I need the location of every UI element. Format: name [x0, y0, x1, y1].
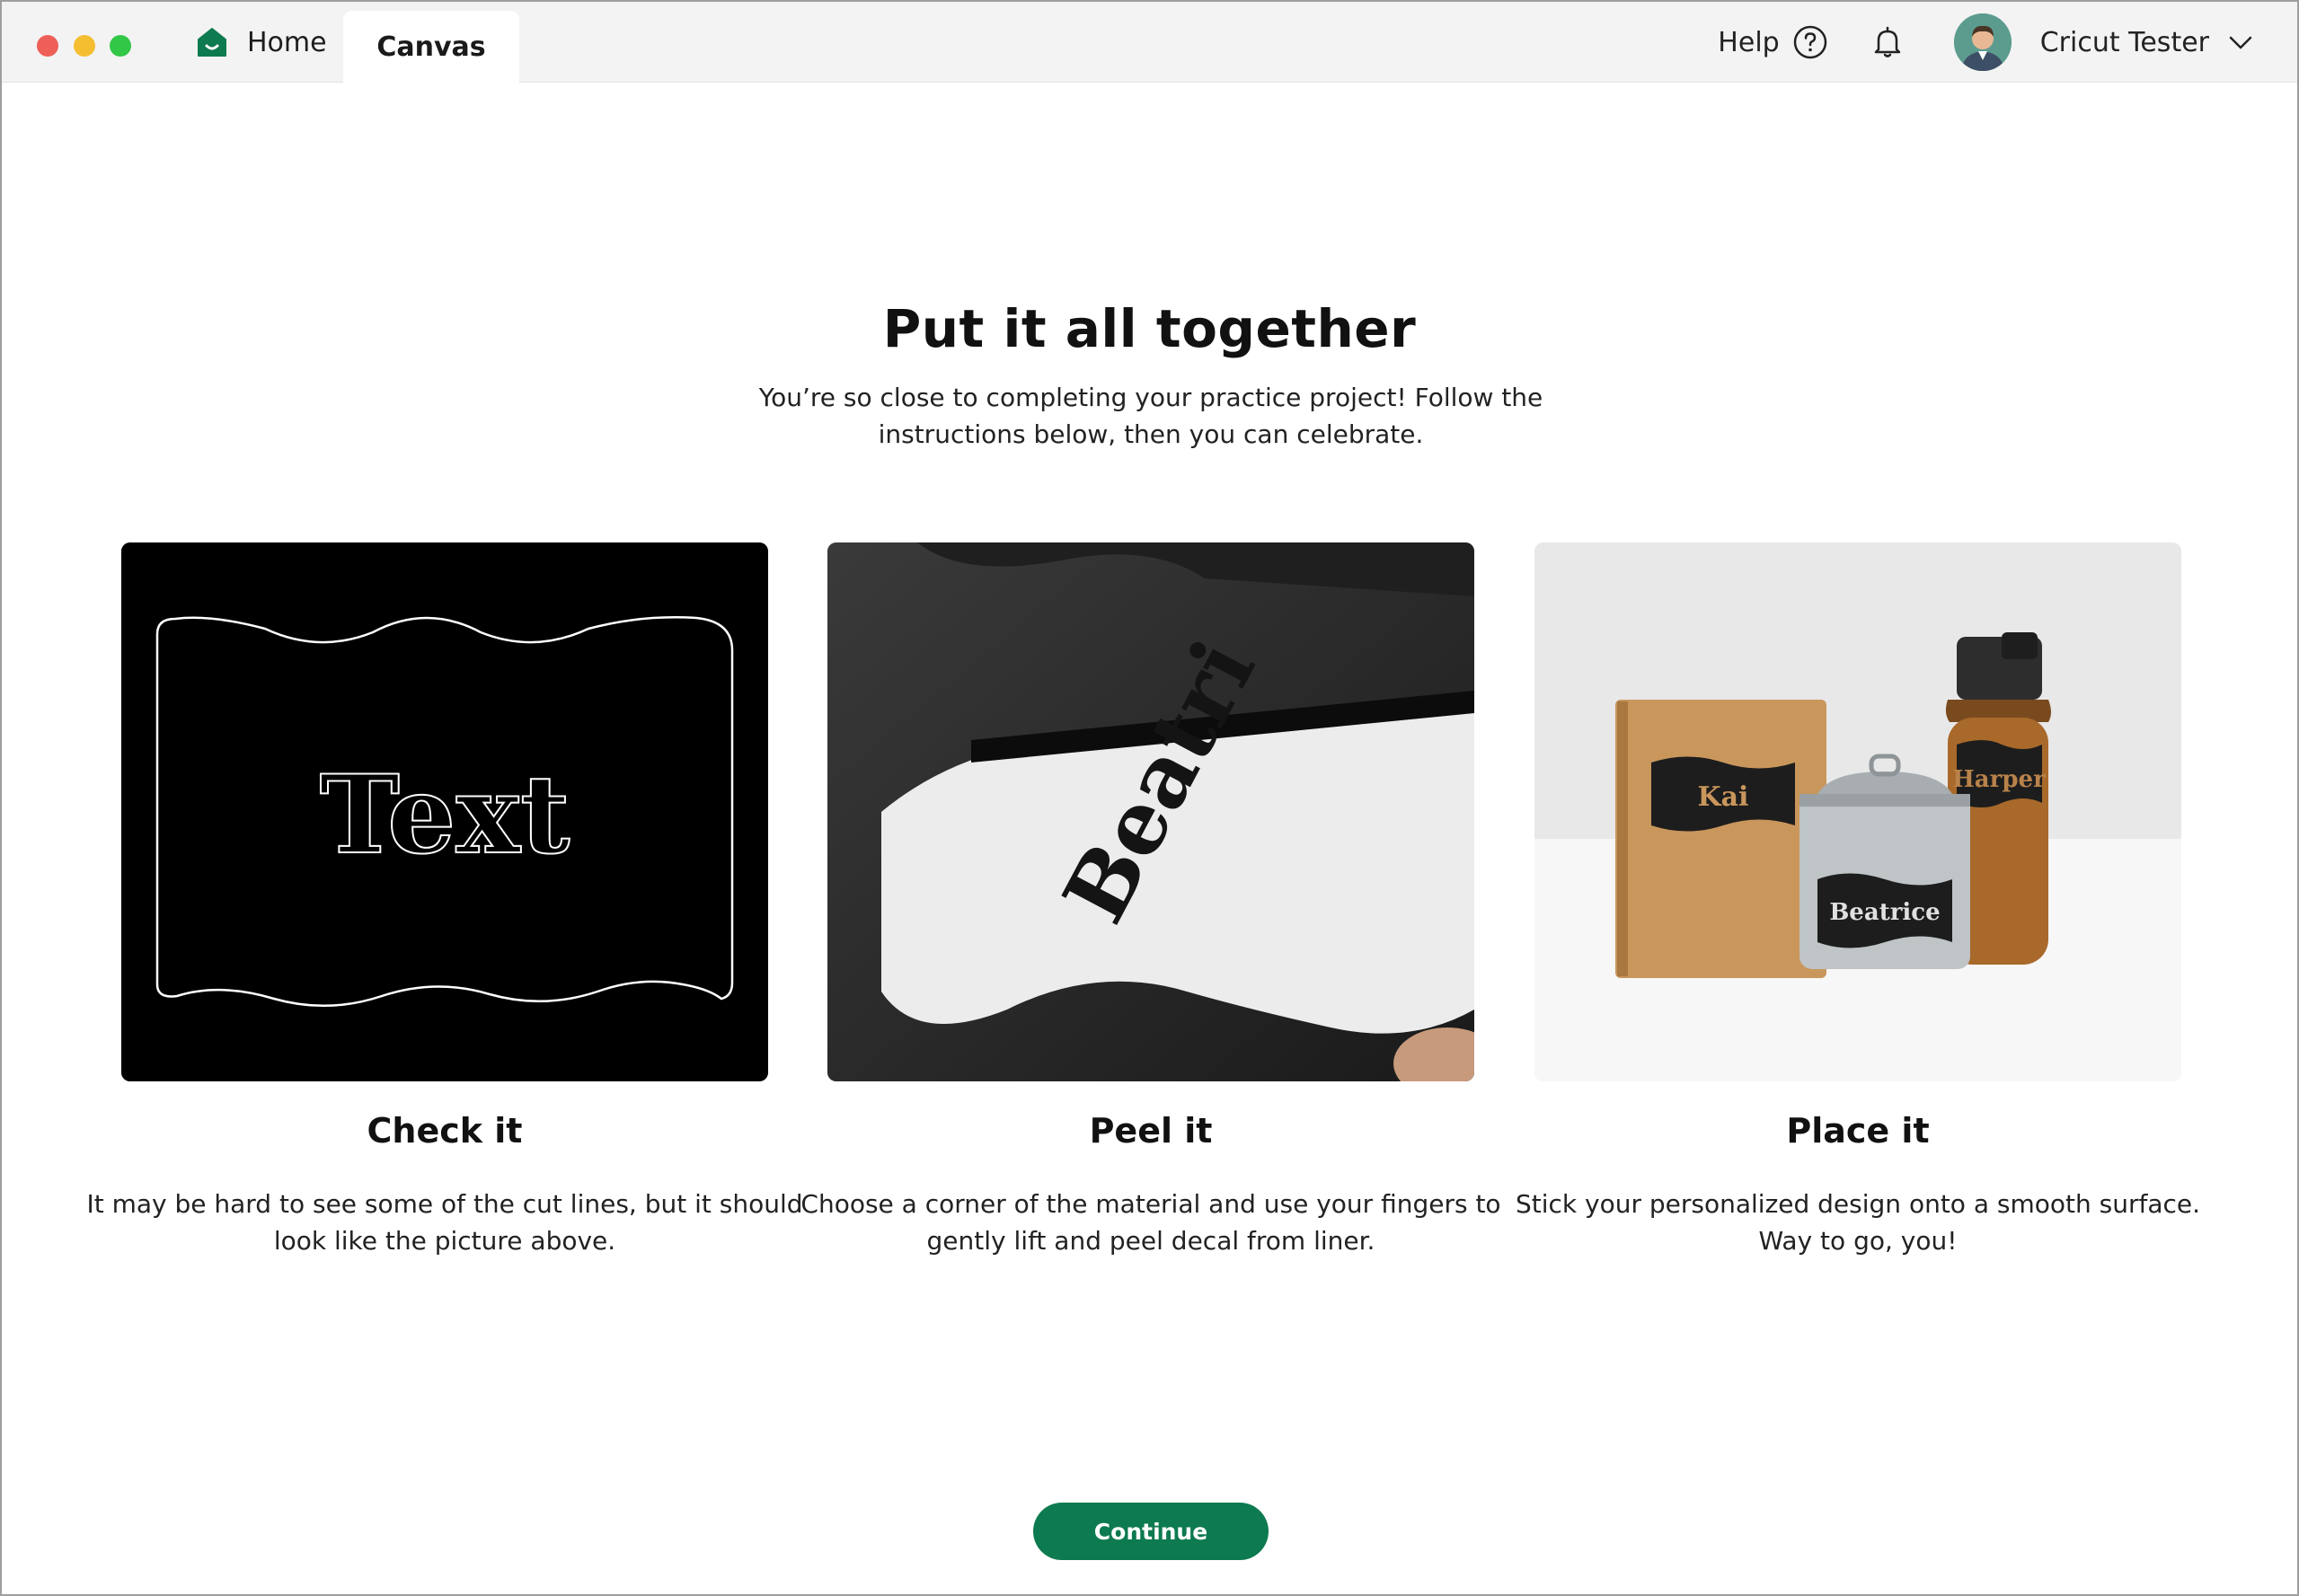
place-it-image: Kai Harper Beatrice [1534, 542, 2181, 1081]
page-subtitle: You’re so close to completing your pract… [758, 383, 1543, 449]
page-title: Put it all together [882, 298, 1417, 359]
help-label[interactable]: Help [1718, 27, 1779, 58]
window-close-button[interactable] [37, 35, 58, 57]
label-kai: Kai [1698, 781, 1749, 813]
help-icon[interactable] [1792, 24, 1828, 60]
step-desc-check: It may be hard to see some of the cut li… [86, 1189, 803, 1256]
check-it-image: Text [121, 542, 768, 1081]
peel-it-image: Beatri [827, 542, 1474, 1081]
app-window: Home Canvas Help Cricut Tester Put it al… [0, 0, 2299, 1596]
title-bar: Home Canvas Help Cricut Tester [2, 2, 2297, 83]
step-title-check: Check it [367, 1111, 523, 1151]
step-desc-peel: Choose a corner of the material and use … [800, 1189, 1501, 1256]
label-harper: Harper [1952, 766, 2046, 793]
cut-outline-preview: Text [121, 542, 768, 1081]
tab-home[interactable]: Home [186, 2, 336, 83]
top-right-controls: Help Cricut Tester [1718, 2, 2254, 83]
bell-icon[interactable] [1870, 24, 1906, 60]
window-maximize-button[interactable] [110, 35, 131, 57]
cut-text-outline: Text [320, 752, 570, 878]
step-title-place: Place it [1786, 1111, 1930, 1151]
peel-photo: Beatri [827, 542, 1474, 1081]
placed-items-photo: Kai Harper Beatrice [1534, 542, 2181, 1081]
tab-home-label: Home [247, 26, 327, 58]
tab-canvas-label: Canvas [376, 31, 486, 63]
chevron-down-icon[interactable] [2227, 29, 2254, 56]
home-icon [198, 28, 226, 57]
step-title-peel: Peel it [1089, 1111, 1213, 1151]
step-desc-place: Stick your personalized design onto a sm… [1515, 1189, 2201, 1256]
user-avatar-icon [1953, 13, 2012, 71]
label-beatrice: Beatrice [1829, 899, 1940, 926]
window-minimize-button[interactable] [74, 35, 95, 57]
tab-canvas[interactable]: Canvas [343, 11, 519, 83]
user-name[interactable]: Cricut Tester [2040, 27, 2209, 58]
continue-button[interactable]: Continue [1033, 1503, 1269, 1560]
avatar[interactable] [1953, 13, 2012, 71]
